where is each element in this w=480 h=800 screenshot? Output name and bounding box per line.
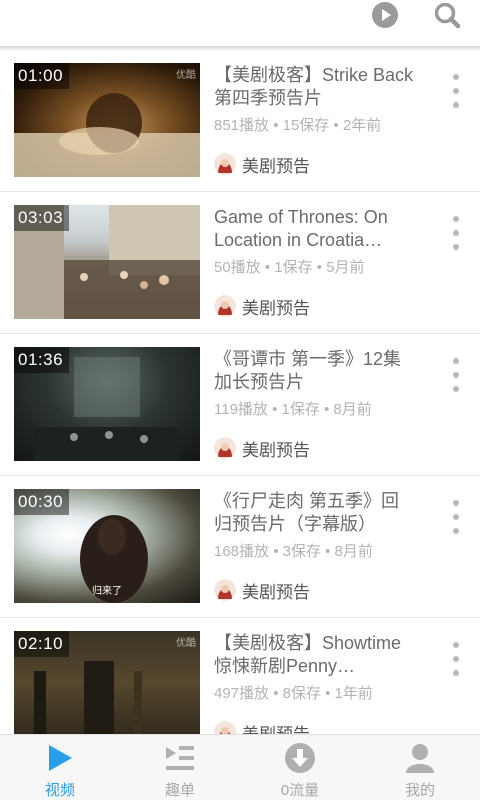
video-title[interactable]: 【美剧极客】Showtime惊悚新剧Penny Dreadful… (214, 632, 414, 678)
search-icon[interactable] (432, 0, 462, 30)
channel-link[interactable]: 美剧预告 (214, 578, 310, 602)
channel-avatar (214, 153, 236, 175)
video-stats: 119播放 • 1保存 • 8月前 (214, 401, 372, 418)
video-thumbnail[interactable]: 03:03 (14, 205, 200, 319)
video-list-item[interactable]: 02:10 优酷 【美剧极客】Showtime惊悚新剧Penny Dreadfu… (0, 618, 480, 734)
channel-name: 美剧预告 (242, 724, 310, 735)
video-list-item[interactable]: 01:36 《哥谭市 第一季》12集加长预告片 119播放 • 1保存 • 8月… (0, 334, 480, 476)
video-list[interactable]: 01:00 优酷 【美剧极客】Strike Back第四季预告片 851播放 •… (0, 50, 480, 734)
channel-avatar (214, 579, 236, 601)
tab-playlists[interactable]: 趣单 (120, 735, 240, 800)
more-options-icon[interactable] (448, 358, 464, 392)
tab-label: 我的 (404, 782, 435, 799)
video-duration: 01:00 (14, 63, 70, 89)
channel-name: 美剧预告 (242, 298, 310, 318)
video-title[interactable]: 《哥谭市 第一季》12集加长预告片 (214, 348, 414, 394)
channel-avatar (214, 437, 236, 459)
tab-profile[interactable]: 我的 (360, 735, 480, 800)
thumbnail-watermark: 优酷 (176, 638, 196, 649)
more-options-icon[interactable] (448, 74, 464, 108)
bottom-tab-bar: 视频 趣单 0流量 我的 (0, 734, 480, 800)
video-stats: 497播放 • 8保存 • 1年前 (214, 685, 373, 702)
tab-offline[interactable]: 0流量 (240, 735, 360, 800)
play-circle-icon[interactable] (370, 0, 400, 30)
video-thumbnail[interactable]: 01:36 (14, 347, 200, 461)
play-triangle-icon (43, 742, 77, 774)
video-stats: 168播放 • 3保存 • 8月前 (214, 543, 373, 560)
channel-name: 美剧预告 (242, 440, 310, 460)
more-options-icon[interactable] (448, 500, 464, 534)
video-list-item[interactable]: 00:30 归来了 《行尸走肉 第五季》回归预告片（字幕版） 168播放 • 3… (0, 476, 480, 618)
top-bar (0, 0, 480, 46)
tab-label: 趣单 (164, 782, 195, 799)
video-stats: 851播放 • 15保存 • 2年前 (214, 117, 382, 134)
video-title[interactable]: 《行尸走肉 第五季》回归预告片（字幕版） (214, 490, 414, 536)
video-duration: 02:10 (14, 631, 70, 657)
channel-link[interactable]: 美剧预告 (214, 436, 310, 460)
download-circle-icon (283, 742, 317, 774)
channel-name: 美剧预告 (242, 156, 310, 176)
channel-link[interactable]: 美剧预告 (214, 720, 310, 734)
video-thumbnail[interactable]: 01:00 优酷 (14, 63, 200, 177)
more-options-icon[interactable] (448, 216, 464, 250)
video-thumbnail[interactable]: 02:10 优酷 (14, 631, 200, 734)
tab-videos[interactable]: 视频 (0, 735, 120, 800)
tab-label: 视频 (44, 782, 75, 799)
video-title[interactable]: Game of Thrones: On Location in Croatia… (214, 206, 414, 252)
channel-avatar (214, 295, 236, 317)
tab-label: 0流量 (280, 782, 320, 799)
channel-link[interactable]: 美剧预告 (214, 152, 310, 176)
video-duration: 00:30 (14, 489, 70, 515)
video-list-item[interactable]: 01:00 优酷 【美剧极客】Strike Back第四季预告片 851播放 •… (0, 50, 480, 192)
video-duration: 01:36 (14, 347, 70, 373)
video-duration: 03:03 (14, 205, 70, 231)
playlist-icon (163, 742, 197, 774)
video-list-item[interactable]: 03:03 Game of Thrones: On Location in Cr… (0, 192, 480, 334)
channel-avatar (214, 721, 236, 734)
thumbnail-watermark: 优酷 (176, 70, 196, 81)
video-title[interactable]: 【美剧极客】Strike Back第四季预告片 (214, 64, 414, 110)
video-thumbnail[interactable]: 00:30 归来了 (14, 489, 200, 603)
channel-link[interactable]: 美剧预告 (214, 294, 310, 318)
user-icon (403, 742, 437, 774)
video-stats: 50播放 • 1保存 • 5月前 (214, 259, 365, 276)
more-options-icon[interactable] (448, 642, 464, 676)
thumbnail-subtitle: 归来了 (92, 586, 122, 597)
channel-name: 美剧预告 (242, 582, 310, 602)
